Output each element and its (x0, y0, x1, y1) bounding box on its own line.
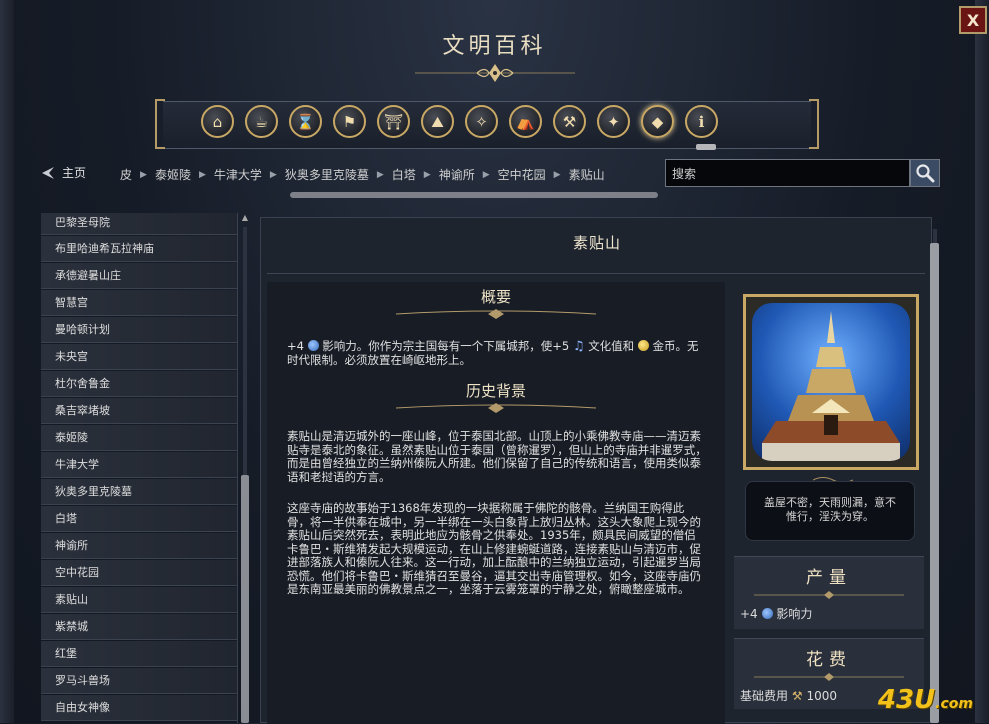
article-title: 素贴山 (572, 234, 621, 252)
breadcrumb-separator-icon: ▶ (198, 169, 206, 180)
breadcrumb-scrollbar[interactable] (290, 192, 658, 198)
sidebar-list: 巴黎圣母院 布里哈迪希瓦拉神庙 承德避暑山庄 智慧宫 曼哈顿计划 未央宫 杜尔舍鲁金 桑吉窣堵… (41, 213, 238, 723)
summary-heading: 概要 (480, 288, 511, 306)
concepts-icon[interactable]: ☕ (245, 105, 278, 138)
sidebar-item[interactable]: 素贴山 (41, 587, 237, 613)
history-paragraph: 素贴山是清迈城外的一座山峰，位于泰国北部。山顶上的小乘佛教寺庙——清迈素贴寺是泰… (287, 429, 707, 484)
active-tab-indicator (696, 144, 716, 150)
history-paragraph: 这座寺庙的故事始于1368年发现的一块据称属于佛陀的骸骨。兰纳国王购得此骨，将一… (287, 501, 701, 596)
window-frame-left (0, 0, 14, 723)
gold-icon (637, 340, 649, 351)
sidebar-item[interactable]: 承德避暑山庄 (41, 263, 237, 289)
scroll-thumb[interactable] (241, 475, 249, 723)
breadcrumb-item[interactable]: 皮 (120, 166, 132, 183)
influence-icon (307, 340, 319, 351)
heading-ornament (396, 403, 596, 413)
breadcrumb-separator-icon: ▶ (376, 169, 384, 180)
breadcrumb: 皮 ▶ 泰姬陵 ▶ 牛津大学 ▶ 狄奥多里克陵墓 ▶ 白塔 ▶ 神谕所 ▶ 空中花园 ▶ 素贴山 (120, 166, 605, 183)
page-header-title: 文明百科 (442, 34, 547, 59)
wonder-quote: 盖屋不密，天雨则漏，意不惟行，淫泆为穿。 (745, 481, 915, 541)
units-icon[interactable]: ⚑ (333, 105, 366, 138)
summary-text: +4 影响力。你作为宗主国每有一个下属城邦，使+5 ♫ 文化值和 金币。无时代限… (287, 339, 699, 367)
stat-ornament (754, 673, 904, 681)
breadcrumb-item[interactable]: 牛津大学 (214, 166, 262, 183)
great-people-icon[interactable]: ℹ (685, 105, 718, 138)
influence-icon (761, 608, 773, 619)
breadcrumb-separator-icon: ▶ (482, 169, 490, 180)
breadcrumb-separator-icon: ▶ (269, 169, 277, 180)
toolbar-icons: ⌂ ☕ ⌛ ⚑ ⛩ ⛰ ✧ ⛺ ⚒ ✦ ◆ ℹ (201, 105, 718, 138)
sidebar-item[interactable]: 智慧宫 (41, 290, 237, 316)
breadcrumb-item[interactable]: 神谕所 (439, 166, 475, 183)
history-heading: 历史背景 (465, 382, 526, 400)
heading-ornament (396, 309, 596, 319)
scroll-thumb[interactable] (930, 243, 939, 723)
civilopedia-home-icon[interactable]: ⌂ (201, 105, 234, 138)
sidebar-item[interactable]: 紫禁城 (41, 614, 237, 640)
home-label: 主页 (62, 166, 87, 180)
sidebar-item[interactable]: 牛津大学 (41, 452, 237, 478)
breadcrumb-separator-icon: ▶ (140, 169, 147, 180)
sidebar-item[interactable]: 白塔 (41, 506, 237, 532)
wonder-portrait (743, 294, 919, 470)
wonders-icon[interactable]: ⛰ (421, 105, 454, 138)
sidebar-item[interactable]: 红堡 (41, 641, 237, 667)
divider (267, 273, 925, 274)
toolbar-cap-left (155, 99, 165, 149)
watermark-logo: 43U.com (877, 685, 973, 715)
resources-icon[interactable]: ⛺ (509, 105, 542, 138)
breadcrumb-item[interactable]: 狄奥多里克陵墓 (285, 166, 369, 183)
toolbar-cap-right (809, 99, 819, 149)
sidebar-item[interactable]: 布里哈迪希瓦拉神庙 (41, 236, 237, 262)
breadcrumb-item[interactable]: 白塔 (392, 166, 416, 183)
sidebar-item[interactable]: 空中花园 (41, 560, 237, 586)
home-link[interactable]: 主页 (40, 164, 86, 181)
title-ornament (415, 64, 575, 82)
sidebar-item[interactable]: 罗马斗兽场 (41, 668, 237, 694)
search-input[interactable] (665, 159, 910, 187)
buildings-icon[interactable]: ⛩ (377, 105, 410, 138)
improvements-icon[interactable]: ⚒ (553, 105, 586, 138)
technologies-icon[interactable]: ⌛ (289, 105, 322, 138)
breadcrumb-separator-icon: ▶ (423, 169, 431, 180)
breadcrumb-separator-icon: ▶ (553, 169, 561, 180)
sidebar-item[interactable]: 未央宫 (41, 344, 237, 370)
sidebar-item[interactable]: 桑吉窣堵坡 (41, 398, 237, 424)
breadcrumb-item[interactable]: 素贴山 (569, 166, 605, 183)
sidebar-scrollbar[interactable]: ▲ (240, 213, 250, 723)
culture-icon: ♫ (572, 339, 585, 354)
sidebar-item[interactable]: 巴黎圣母院 (41, 213, 237, 235)
sidebar-item[interactable]: 泰姬陵 (41, 425, 237, 451)
stat-ornament (754, 591, 904, 599)
back-arrow-icon (42, 166, 54, 179)
breadcrumb-item[interactable]: 空中花园 (498, 166, 546, 183)
search-icon (916, 164, 935, 183)
window-frame-right (975, 0, 989, 723)
production-hammer-icon: ⚒ (791, 689, 803, 703)
sidebar-item[interactable]: 自由女神像 (41, 695, 237, 721)
temple-image (762, 311, 900, 461)
sidebar-item[interactable]: 狄奥多里克陵墓 (41, 479, 237, 505)
cost-title: 花费 (806, 650, 852, 670)
article-content: 概要 +4 影响力。你作为宗主国每有一个下属城邦，使+5 ♫ 文化值和 金币。无… (267, 282, 725, 724)
yield-title: 产量 (806, 568, 852, 588)
article-panel: 素贴山 概要 +4 影响力。你作为宗主国每有一个下属城邦，使+5 ♫ 文化值和 … (260, 217, 932, 724)
terrain-icon[interactable]: ◆ (641, 105, 674, 138)
scroll-up-icon[interactable]: ▲ (240, 213, 250, 225)
policies-icon[interactable]: ✧ (465, 105, 498, 138)
sidebar-item[interactable]: 神谕所 (41, 533, 237, 559)
search-button[interactable] (910, 159, 940, 187)
sidebar-item[interactable]: 曼哈顿计划 (41, 317, 237, 343)
breadcrumb-item[interactable]: 泰姬陵 (155, 166, 191, 183)
yield-box: 产量 +4 影响力 (734, 556, 924, 629)
category-toolbar: ⌂ ☕ ⌛ ⚑ ⛩ ⛰ ✧ ⛺ ⚒ ✦ ◆ ℹ (155, 99, 819, 149)
sidebar-item[interactable]: 杜尔舍鲁金 (41, 371, 237, 397)
religion-icon[interactable]: ✦ (597, 105, 630, 138)
article-scrollbar[interactable] (930, 217, 940, 723)
yield-line: +4 影响力 (740, 607, 813, 621)
